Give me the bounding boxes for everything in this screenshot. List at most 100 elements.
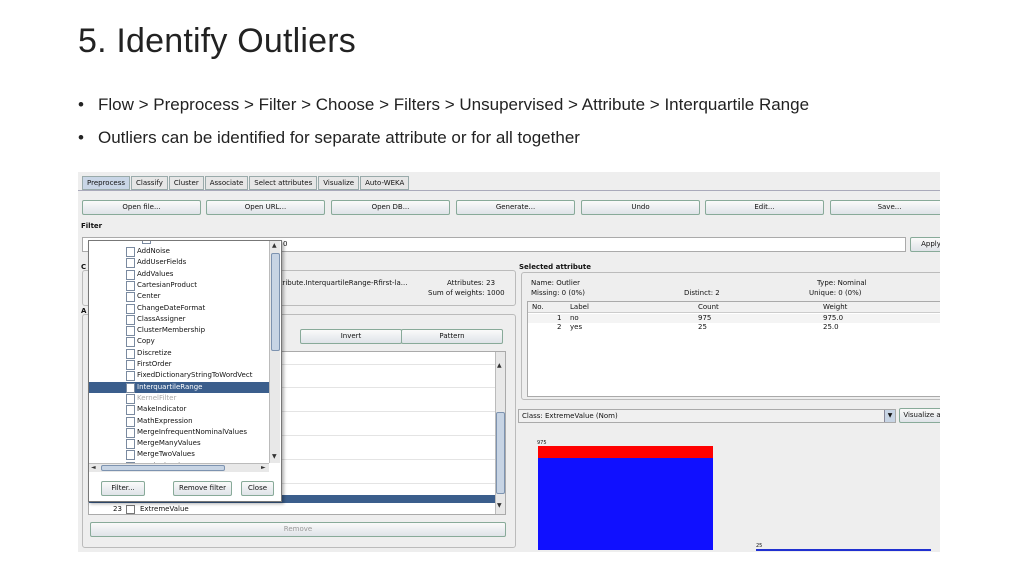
table-row[interactable]: 1 no 975 975.0	[528, 314, 940, 323]
remove-filter-button[interactable]: Remove filter	[173, 481, 232, 496]
save-button[interactable]: Save...	[830, 200, 940, 215]
filter-tree-item[interactable]: ClusterMembership	[126, 325, 206, 337]
filter-tree-item[interactable]: AddValues	[126, 269, 173, 280]
tab-visualize[interactable]: Visualize	[318, 176, 360, 190]
tree-vertical-scrollbar[interactable]: ▲ ▼	[269, 241, 280, 463]
histogram-bar-no-outlier-segment	[538, 446, 713, 459]
edit-button[interactable]: Edit...	[705, 200, 824, 215]
scroll-right-icon[interactable]: ►	[261, 464, 266, 472]
invert-button[interactable]: Invert	[300, 329, 402, 344]
filter-tree-item-label: MergeManyValues	[137, 439, 201, 448]
filter-tree-item-label: ChangeDateFormat	[137, 303, 206, 312]
tab-preprocess[interactable]: Preprocess	[82, 176, 131, 190]
filter-tree-item[interactable]: InterquartileRange	[126, 382, 202, 393]
sum-of-weights: Sum of weights: 1000	[428, 289, 505, 297]
open-url-button[interactable]: Open URL...	[206, 200, 325, 215]
filter-tree-item[interactable]: MergeTwoValues	[126, 449, 195, 461]
tab-classify[interactable]: Classify	[131, 176, 168, 190]
tab-associate[interactable]: Associate	[204, 176, 249, 190]
table-scrollbar[interactable]: ▲ ▼	[495, 352, 505, 514]
filter-tree-item-label: Discretize	[137, 348, 172, 357]
pattern-button[interactable]: Pattern	[401, 329, 503, 344]
tab-auto-weka[interactable]: Auto-WEKA	[360, 176, 410, 190]
filter-tree-item-label: MergeTwoValues	[137, 450, 195, 459]
bullet-item: • Outliers can be identified for separate…	[78, 127, 809, 160]
file-icon	[126, 405, 135, 416]
tree-hscroll-thumb[interactable]	[101, 465, 225, 471]
tree-horizontal-scrollbar[interactable]: ◄ ►	[89, 463, 269, 472]
file-icon	[126, 314, 135, 325]
file-icon	[142, 241, 151, 244]
file-icon	[126, 427, 135, 438]
tab-cluster[interactable]: Cluster	[168, 176, 204, 190]
bullet-list: • Flow > Preprocess > Filter > Choose > F…	[78, 94, 809, 160]
scroll-up-icon[interactable]: ▲	[497, 362, 502, 370]
relation-name: ttribute.InterquartileRange-Rfirst-la...	[277, 279, 408, 287]
filter-tree-item[interactable]: KernelFilter	[126, 393, 177, 404]
filter-tree-item[interactable]: Discretize	[126, 348, 172, 359]
table-scroll-thumb[interactable]	[496, 412, 505, 494]
filter-tree-item-label: AddUserFields	[137, 258, 187, 267]
file-icon	[126, 360, 135, 370]
filter-tree-item[interactable]: MergeManyValues	[126, 438, 201, 450]
filter-tree-item-label: AddNoise	[137, 247, 170, 255]
filter-tree-item-label: MathExpression	[137, 416, 193, 425]
remove-button[interactable]: Remove	[90, 522, 506, 537]
filter-tree-item[interactable]: FirstOrder	[126, 359, 172, 370]
close-button[interactable]: Close	[241, 481, 274, 496]
row-number: 23	[113, 505, 122, 513]
class-select[interactable]: Class: ExtremeValue (Nom) ▼	[518, 409, 896, 423]
scroll-down-icon[interactable]: ▼	[272, 453, 277, 461]
filter-tree-item[interactable]: AddUserFields	[126, 257, 187, 269]
selected-attribute-panel: Name: Outlier Missing: 0 (0%) Distinct: …	[521, 272, 940, 400]
file-icon	[126, 348, 135, 359]
histogram: 975 25	[536, 440, 936, 552]
filter-tree-item[interactable]: ChangeDateFormat	[126, 303, 206, 314]
file-icon	[126, 450, 135, 461]
col-weight: Weight	[823, 303, 848, 311]
filter-button[interactable]: Filter...	[101, 481, 145, 496]
col-count: Count	[698, 303, 719, 311]
row-checkbox[interactable]	[126, 505, 135, 514]
filter-tree-item[interactable]: CartesianProduct	[126, 280, 197, 291]
filter-tree-item[interactable]: MakeIndicator	[126, 404, 186, 416]
open-file-button[interactable]: Open file...	[82, 200, 201, 215]
undo-button[interactable]: Undo	[581, 200, 700, 215]
tree-scroll-thumb[interactable]	[271, 253, 280, 351]
filter-tree-item-label: ClassAssigner	[137, 314, 186, 323]
row-weight: 975.0	[823, 314, 844, 322]
tab-bar: Preprocess Classify Cluster Associate Se…	[82, 176, 410, 190]
filter-chooser-dropdown: AddNoise AddUserFields AddValues CartesianP…	[88, 240, 282, 502]
table-row[interactable]: 2 yes 25 25.0	[528, 323, 940, 332]
table-row[interactable]: 23 ExtremeValue	[89, 504, 495, 514]
filter-tree-item[interactable]: AddNoise	[126, 246, 170, 257]
stats-header: No. Label Count Weight	[528, 302, 940, 313]
open-db-button[interactable]: Open DB...	[331, 200, 450, 215]
weka-screenshot: Preprocess Classify Cluster Associate Se…	[78, 172, 940, 552]
filter-label: Filter	[81, 222, 103, 230]
tab-divider	[78, 190, 940, 191]
scroll-down-icon[interactable]: ▼	[497, 502, 502, 510]
filter-tree-item[interactable]: FixedDictionaryStringToWordVect	[126, 370, 252, 382]
filter-tree-item-label: ClusterMembership	[137, 326, 206, 335]
file-icon	[126, 371, 135, 382]
filter-tree-item-label: KernelFilter	[137, 393, 177, 402]
tab-select-attributes[interactable]: Select attributes	[249, 176, 318, 190]
filter-tree-item[interactable]: Center	[126, 291, 161, 303]
scroll-left-icon[interactable]: ◄	[91, 464, 96, 472]
scroll-up-icon[interactable]: ▲	[272, 242, 277, 250]
bullet-dot: •	[78, 95, 84, 114]
filter-tree-item[interactable]: MergeInfrequentNominalValues	[126, 427, 247, 438]
selected-attribute-title: Selected attribute	[519, 263, 591, 271]
generate-button[interactable]: Generate...	[456, 200, 575, 215]
visualize-all-button[interactable]: Visualize a	[899, 408, 940, 423]
file-icon	[126, 303, 135, 314]
filter-tree-list[interactable]: AddNoise AddUserFields AddValues CartesianP…	[89, 241, 269, 463]
bullet-text: Outliers can be identified for separate …	[98, 128, 580, 147]
filter-tree-item[interactable]: Copy	[126, 336, 155, 348]
row-weight: 25.0	[823, 323, 839, 331]
apply-button[interactable]: Apply	[910, 237, 940, 252]
filter-tree-item[interactable]: ClassAssigner	[126, 314, 186, 325]
filter-tree-item[interactable]: MathExpression	[126, 416, 193, 427]
chevron-down-icon[interactable]: ▼	[884, 410, 895, 422]
